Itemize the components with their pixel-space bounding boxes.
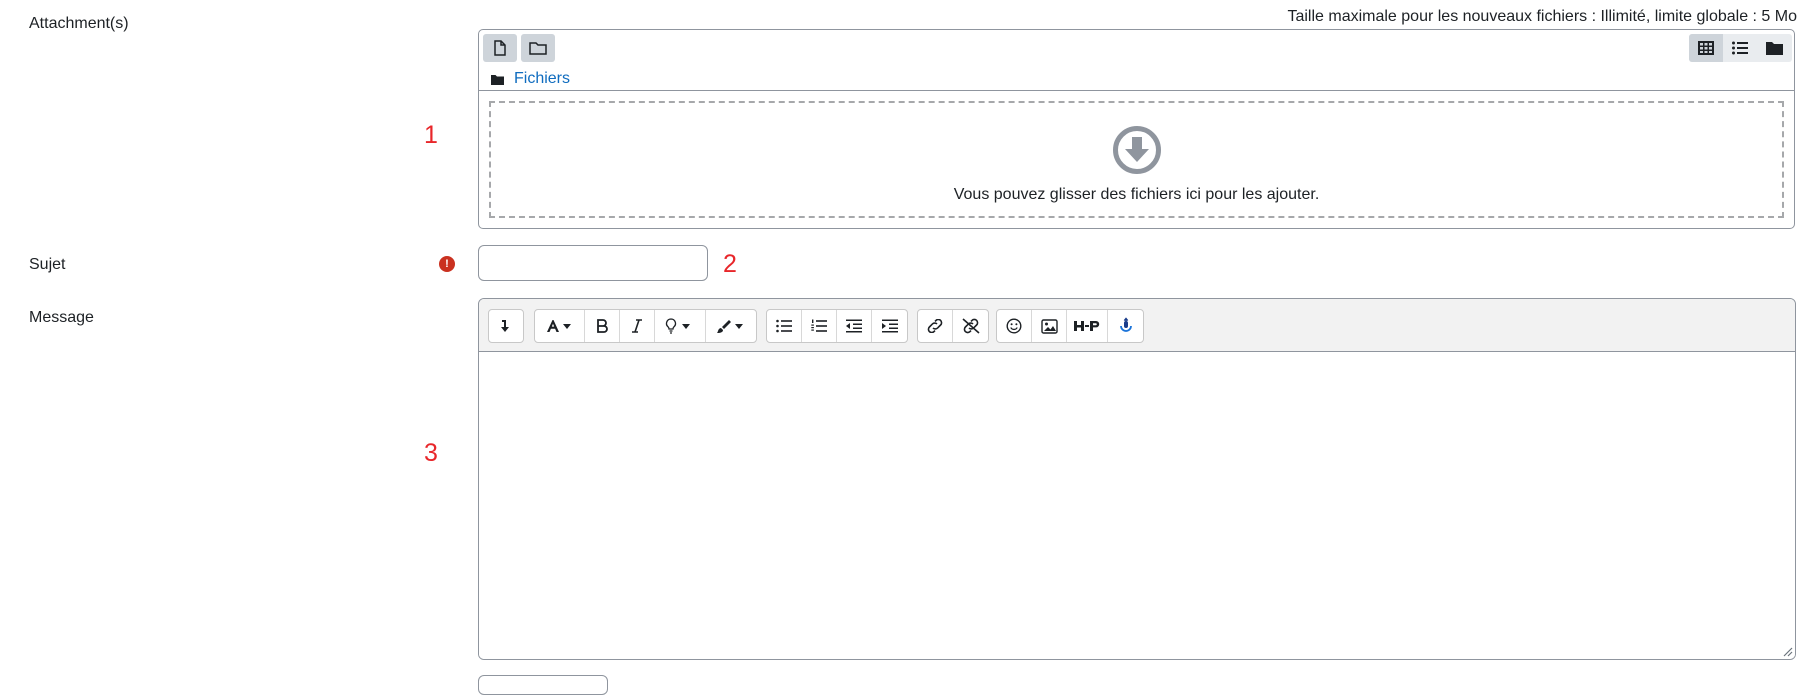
list-view-button[interactable] (1723, 34, 1757, 62)
create-folder-button[interactable] (521, 34, 555, 62)
italic-icon (632, 319, 642, 333)
marker-1: 1 (424, 121, 438, 149)
download-arrow-icon (1112, 126, 1161, 174)
message-content-area[interactable] (479, 352, 1795, 659)
grid-view-button[interactable] (1689, 34, 1723, 62)
resize-handle-icon[interactable] (1781, 645, 1793, 657)
unlink-icon (961, 318, 980, 334)
ordered-list-button[interactable] (802, 310, 837, 342)
editor-toolbar (479, 299, 1795, 352)
subject-input[interactable] (478, 245, 708, 281)
toolbar-group-style (534, 309, 757, 343)
attachments-label: Attachment(s) (29, 15, 129, 32)
collapse-icon (501, 320, 509, 332)
toolbar-group-links (917, 309, 989, 343)
toolbar-group-lists (766, 309, 908, 343)
unordered-list-button[interactable] (767, 310, 802, 342)
highlight-button[interactable] (655, 310, 706, 342)
record-button[interactable] (1108, 310, 1143, 342)
subject-label: Sujet (29, 256, 66, 273)
italic-button[interactable] (620, 310, 655, 342)
lightbulb-icon (665, 318, 690, 334)
tree-view-icon (1765, 42, 1783, 55)
add-file-button[interactable] (483, 34, 517, 62)
paint-button[interactable] (706, 310, 756, 342)
file-icon (494, 40, 506, 56)
unordered-list-icon (776, 319, 792, 333)
h5p-icon (1074, 321, 1100, 331)
emoji-button[interactable] (997, 310, 1032, 342)
folder-icon (491, 74, 504, 85)
ordered-list-icon (811, 319, 827, 332)
required-icon: ! (439, 256, 455, 272)
file-drop-zone[interactable]: Vous pouvez glisser des fichiers ici pou… (489, 101, 1784, 218)
image-icon (1040, 318, 1058, 334)
toolbar-toggle-button[interactable] (489, 310, 523, 342)
toolbar-group-collapse (488, 309, 524, 343)
font-style-icon (546, 320, 571, 332)
unlink-button[interactable] (953, 310, 988, 342)
record-icon (1119, 317, 1132, 332)
tree-view-button[interactable] (1757, 34, 1791, 62)
link-button[interactable] (918, 310, 953, 342)
paintbrush-icon (717, 320, 743, 333)
files-root-link[interactable]: Fichiers (514, 70, 570, 88)
bold-icon (597, 319, 608, 333)
max-size-info: Taille maximale pour les nouveaux fichie… (1287, 8, 1797, 25)
message-label: Message (29, 309, 94, 326)
file-picker: Fichiers Vous pouvez glisser des fichier… (478, 29, 1795, 229)
grid-view-icon (1698, 41, 1714, 55)
marker-2: 2 (723, 250, 737, 278)
outdent-icon (846, 319, 862, 333)
marker-3: 3 (424, 439, 438, 467)
indent-icon (881, 319, 898, 333)
bold-button[interactable] (585, 310, 620, 342)
drop-zone-text: Vous pouvez glisser des fichiers ici pou… (953, 186, 1320, 203)
link-icon (927, 319, 943, 333)
toolbar-group-insert (996, 309, 1144, 343)
image-button[interactable] (1032, 310, 1067, 342)
list-view-icon (1732, 41, 1748, 55)
h5p-button[interactable] (1067, 310, 1108, 342)
breadcrumb: Fichiers (491, 70, 570, 88)
divider (479, 90, 1794, 91)
emoji-icon (1006, 318, 1022, 334)
view-mode-bar (1689, 34, 1792, 62)
submit-button[interactable] (478, 675, 608, 695)
message-editor (478, 298, 1796, 660)
folder-icon (529, 42, 547, 55)
indent-button[interactable] (872, 310, 907, 342)
outdent-button[interactable] (837, 310, 872, 342)
font-style-button[interactable] (535, 310, 585, 342)
